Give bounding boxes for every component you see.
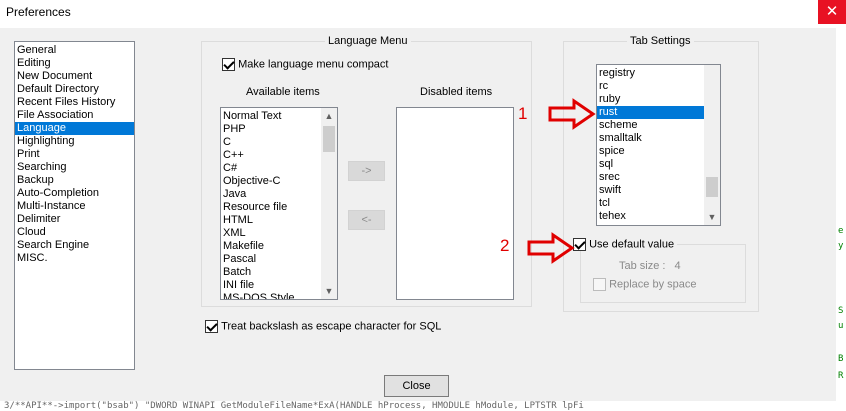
replace-by-space-checkbox[interactable] <box>593 278 606 291</box>
tab-language-item[interactable]: registry <box>597 67 704 80</box>
use-default-group <box>580 244 746 303</box>
category-item[interactable]: Multi-Instance <box>15 200 134 213</box>
use-default-label: Use default value <box>589 238 675 251</box>
available-item[interactable]: Makefile <box>221 240 321 253</box>
tab-language-scrollbar[interactable]: ▼ <box>704 65 720 225</box>
compact-checkbox[interactable] <box>222 58 235 71</box>
scroll-up-icon[interactable]: ▲ <box>321 108 337 124</box>
background-code-line: 3/**API**->import("bsab") "DWORD WINAPI … <box>0 401 846 411</box>
window-title: Preferences <box>6 5 71 19</box>
replace-by-space-label: Replace by space <box>609 278 697 291</box>
tab-language-item[interactable]: tcl <box>597 197 704 210</box>
available-item[interactable]: Objective-C <box>221 175 321 188</box>
category-item[interactable]: Delimiter <box>15 213 134 226</box>
tab-language-item[interactable]: sql <box>597 158 704 171</box>
annotation-marker-2: 2 <box>500 236 510 255</box>
sql-backslash-option[interactable]: Treat backslash as escape character for … <box>205 320 441 333</box>
category-item[interactable]: Cloud <box>15 226 134 239</box>
category-item[interactable]: Editing <box>15 57 134 70</box>
category-item[interactable]: Backup <box>15 174 134 187</box>
title-bar <box>0 0 846 28</box>
tab-language-item[interactable]: rc <box>597 80 704 93</box>
available-items-list[interactable]: Normal Text PHP C C++ C# Objective-C Java Resou… <box>220 107 338 300</box>
available-item[interactable]: Java <box>221 188 321 201</box>
scroll-thumb[interactable] <box>706 177 718 197</box>
language-menu-title: Language Menu <box>325 35 411 47</box>
scroll-down-icon[interactable]: ▼ <box>704 209 720 225</box>
disabled-items-label: Disabled items <box>420 86 493 98</box>
disabled-items-list[interactable] <box>396 107 514 300</box>
use-default-option[interactable]: Use default value <box>573 238 678 251</box>
available-item[interactable]: C++ <box>221 149 321 162</box>
available-item[interactable]: MS-DOS Style <box>221 292 321 299</box>
tab-language-item[interactable]: spice <box>597 145 704 158</box>
scroll-down-icon[interactable]: ▼ <box>321 283 337 299</box>
background-editor: e y S u B R <box>836 28 846 411</box>
close-button[interactable]: Close <box>384 375 449 397</box>
category-item[interactable]: New Document <box>15 70 134 83</box>
tab-language-item[interactable]: scheme <box>597 119 704 132</box>
available-item[interactable]: Resource file <box>221 201 321 214</box>
available-item[interactable]: HTML <box>221 214 321 227</box>
category-item[interactable]: Recent Files History <box>15 96 134 109</box>
available-item[interactable]: C# <box>221 162 321 175</box>
category-item[interactable]: Print <box>15 148 134 161</box>
tab-language-item[interactable]: swift <box>597 184 704 197</box>
tab-language-item[interactable]: ruby <box>597 93 704 106</box>
replace-by-space-option[interactable]: Replace by space <box>593 278 697 291</box>
tab-language-item[interactable]: rust <box>597 106 704 119</box>
tab-language-item[interactable]: smalltalk <box>597 132 704 145</box>
category-item[interactable]: Default Directory <box>15 83 134 96</box>
tab-settings-title: Tab Settings <box>627 35 694 47</box>
category-item[interactable]: General <box>15 44 134 57</box>
available-item[interactable]: XML <box>221 227 321 240</box>
category-item[interactable]: Searching <box>15 161 134 174</box>
category-item[interactable]: Language <box>15 122 134 135</box>
available-item[interactable]: Normal Text <box>221 110 321 123</box>
sql-backslash-label: Treat backslash as escape character for … <box>221 320 442 333</box>
tab-size-label: Tab size : <box>619 260 666 272</box>
tab-language-item[interactable]: tehex <box>597 210 704 223</box>
close-window-icon[interactable]: ✕ <box>818 0 846 24</box>
annotation-arrow-2-icon <box>527 232 575 264</box>
annotation-marker-1: 1 <box>518 104 528 123</box>
available-items-label: Available items <box>246 86 320 98</box>
category-item[interactable]: Auto-Completion <box>15 187 134 200</box>
tab-language-list[interactable]: registry rc ruby rust scheme smalltalk spice sq… <box>596 64 721 226</box>
move-left-button[interactable]: <- <box>348 210 385 230</box>
available-item[interactable]: INI file <box>221 279 321 292</box>
category-list[interactable]: General Editing New Document Default Direct… <box>14 41 135 370</box>
move-right-button[interactable]: -> <box>348 161 385 181</box>
tab-size-row: Tab size : 4 <box>619 260 681 272</box>
available-item[interactable]: C <box>221 136 321 149</box>
sql-backslash-checkbox[interactable] <box>205 320 218 333</box>
compact-option[interactable]: Make language menu compact <box>222 58 389 71</box>
available-item[interactable]: Pascal <box>221 253 321 266</box>
category-item[interactable]: MISC. <box>15 252 134 265</box>
available-items-scrollbar[interactable]: ▲ ▼ <box>321 108 337 299</box>
compact-label: Make language menu compact <box>238 58 389 71</box>
tab-size-value[interactable]: 4 <box>675 260 681 272</box>
category-item[interactable]: Search Engine <box>15 239 134 252</box>
available-item[interactable]: PHP <box>221 123 321 136</box>
category-item[interactable]: Highlighting <box>15 135 134 148</box>
category-item[interactable]: File Association <box>15 109 134 122</box>
annotation-arrow-1-icon <box>548 98 596 130</box>
scroll-thumb[interactable] <box>323 126 335 152</box>
tab-language-item[interactable]: srec <box>597 171 704 184</box>
available-item[interactable]: Batch <box>221 266 321 279</box>
